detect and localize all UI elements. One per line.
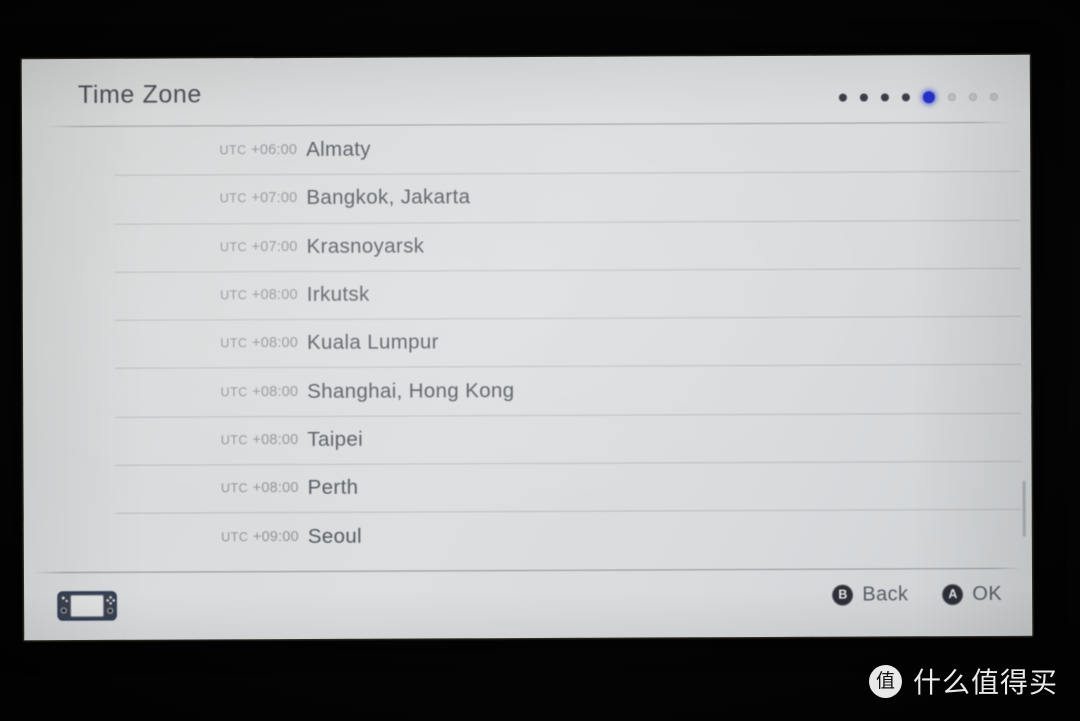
city-label: Taipei	[307, 427, 364, 451]
list-item[interactable]: UTC +08:00 Perth	[24, 461, 1032, 514]
city-label: Seoul	[307, 524, 363, 548]
city-label: Shanghai, Hong Kong	[307, 378, 515, 403]
page-dot-2[interactable]	[859, 93, 868, 102]
utc-offset-label: UTC +08:00	[220, 287, 298, 304]
footer-actions: B Back A OK	[832, 583, 1002, 607]
page-dot-1[interactable]	[838, 93, 847, 102]
screen-header: Time Zone	[22, 55, 1030, 126]
city-label: Bangkok, Jakarta	[306, 185, 471, 210]
timezone-list[interactable]: UTC +06:00 Almaty UTC +07:00 Bangkok, Ja…	[22, 123, 1032, 572]
page-dot-6[interactable]	[947, 93, 956, 102]
watermark: 值 什么值得买	[868, 661, 1058, 701]
city-label: Perth	[307, 475, 359, 500]
utc-offset-label: UTC +07:00	[219, 190, 298, 207]
list-scrollbar-thumb[interactable]	[1022, 480, 1026, 537]
page-dot-5-active[interactable]	[922, 91, 935, 104]
photo-background: Time Zone UTC +06:00 Almaty UTC +07:00 B…	[0, 0, 1080, 721]
list-item[interactable]: UTC +07:00 Krasnoyarsk	[22, 219, 1030, 272]
utc-offset-label: UTC +08:00	[220, 335, 299, 352]
ok-button-label: OK	[972, 582, 1003, 606]
city-label: Kuala Lumpur	[306, 330, 439, 355]
city-label: Almaty	[306, 137, 371, 162]
nintendo-switch-handheld-icon	[57, 591, 117, 621]
page-title: Time Zone	[77, 80, 202, 109]
page-dot-7[interactable]	[968, 93, 977, 102]
utc-offset-label: UTC +08:00	[220, 431, 299, 449]
back-button-label: Back	[862, 583, 909, 606]
back-button[interactable]: B Back	[832, 583, 908, 606]
page-dot-8[interactable]	[989, 92, 998, 101]
list-item[interactable]: UTC +09:00 Seoul	[24, 509, 1032, 562]
watermark-logo-icon: 值	[868, 664, 902, 698]
ok-button[interactable]: A OK	[942, 583, 1002, 606]
list-item[interactable]: UTC +07:00 Bangkok, Jakarta	[22, 171, 1030, 224]
list-item[interactable]: UTC +08:00 Taipei	[23, 413, 1031, 466]
screen-footer: B Back A OK	[24, 569, 1032, 640]
utc-offset-label: UTC +09:00	[221, 528, 299, 545]
utc-offset-label: UTC +07:00	[219, 238, 298, 255]
watermark-text: 什么值得买	[912, 666, 1058, 699]
list-item[interactable]: UTC +08:00 Irkutsk	[23, 268, 1031, 321]
list-item[interactable]: UTC +08:00 Shanghai, Hong Kong	[23, 364, 1031, 417]
list-item[interactable]: UTC +06:00 Almaty	[22, 123, 1030, 176]
utc-offset-label: UTC +06:00	[219, 142, 298, 159]
utc-offset-label: UTC +08:00	[220, 480, 299, 497]
city-label: Krasnoyarsk	[306, 234, 425, 258]
city-label: Irkutsk	[306, 282, 370, 306]
a-button-icon: A	[942, 584, 964, 606]
page-dot-3[interactable]	[880, 93, 889, 102]
utc-offset-label: UTC +08:00	[220, 383, 299, 400]
page-dot-4[interactable]	[901, 93, 910, 102]
page-indicator-dots	[838, 91, 998, 104]
list-item[interactable]: UTC +08:00 Kuala Lumpur	[23, 316, 1031, 369]
console-screen: Time Zone UTC +06:00 Almaty UTC +07:00 B…	[21, 54, 1033, 641]
b-button-icon: B	[832, 584, 854, 606]
